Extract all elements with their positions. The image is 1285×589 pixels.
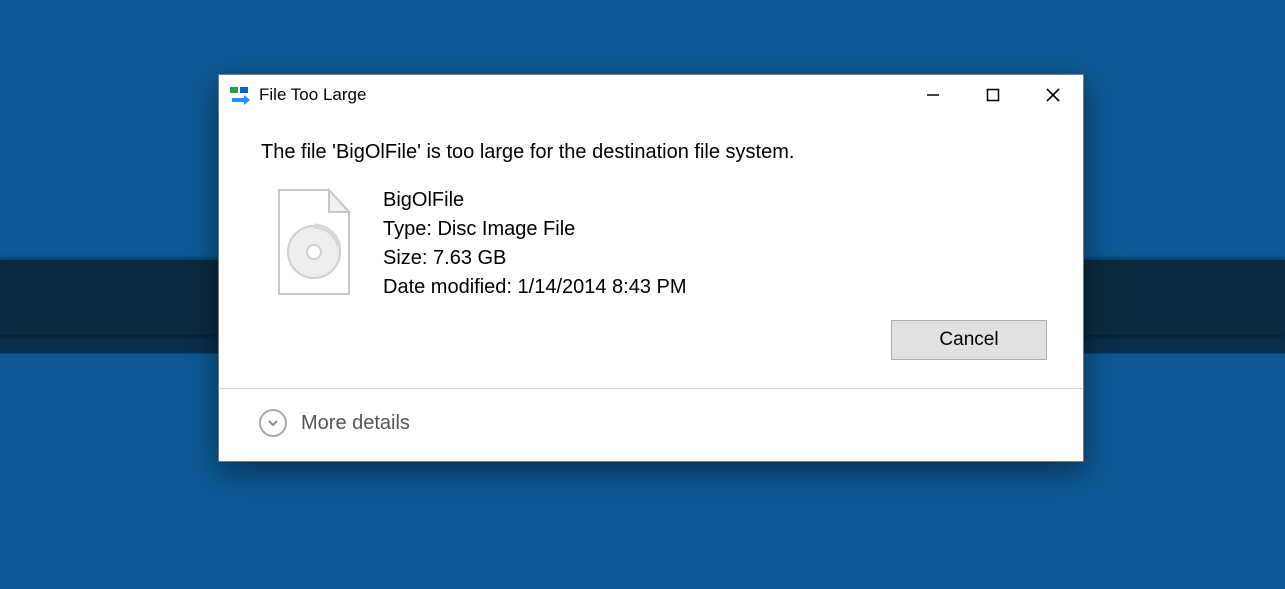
dialog-content: The file 'BigOlFile' is too large for th… (219, 115, 1083, 388)
more-details-label: More details (301, 412, 410, 435)
dialog-title: File Too Large (259, 85, 366, 105)
minimize-button[interactable] (903, 75, 963, 115)
error-message: The file 'BigOlFile' is too large for th… (261, 141, 1047, 164)
cancel-button[interactable]: Cancel (891, 320, 1047, 360)
file-details: BigOlFile Type: Disc Image File Size: 7.… (383, 186, 687, 302)
file-size: Size: 7.63 GB (383, 244, 687, 273)
file-info-row: BigOlFile Type: Disc Image File Size: 7.… (271, 186, 1047, 302)
disc-image-file-icon (271, 186, 357, 298)
file-date-modified: Date modified: 1/14/2014 8:43 PM (383, 273, 687, 302)
file-type: Type: Disc Image File (383, 215, 687, 244)
button-row: Cancel (261, 302, 1047, 382)
file-name: BigOlFile (383, 186, 687, 215)
window-controls (903, 75, 1083, 115)
desktop-background: File Too Large The file 'BigOlFile' is t… (0, 0, 1285, 589)
maximize-button[interactable] (963, 75, 1023, 115)
error-dialog: File Too Large The file 'BigOlFile' is t… (218, 74, 1084, 462)
close-button[interactable] (1023, 75, 1083, 115)
chevron-down-icon (259, 409, 287, 437)
titlebar[interactable]: File Too Large (219, 75, 1083, 115)
dialog-footer[interactable]: More details (219, 388, 1083, 461)
transfer-icon (229, 84, 251, 106)
